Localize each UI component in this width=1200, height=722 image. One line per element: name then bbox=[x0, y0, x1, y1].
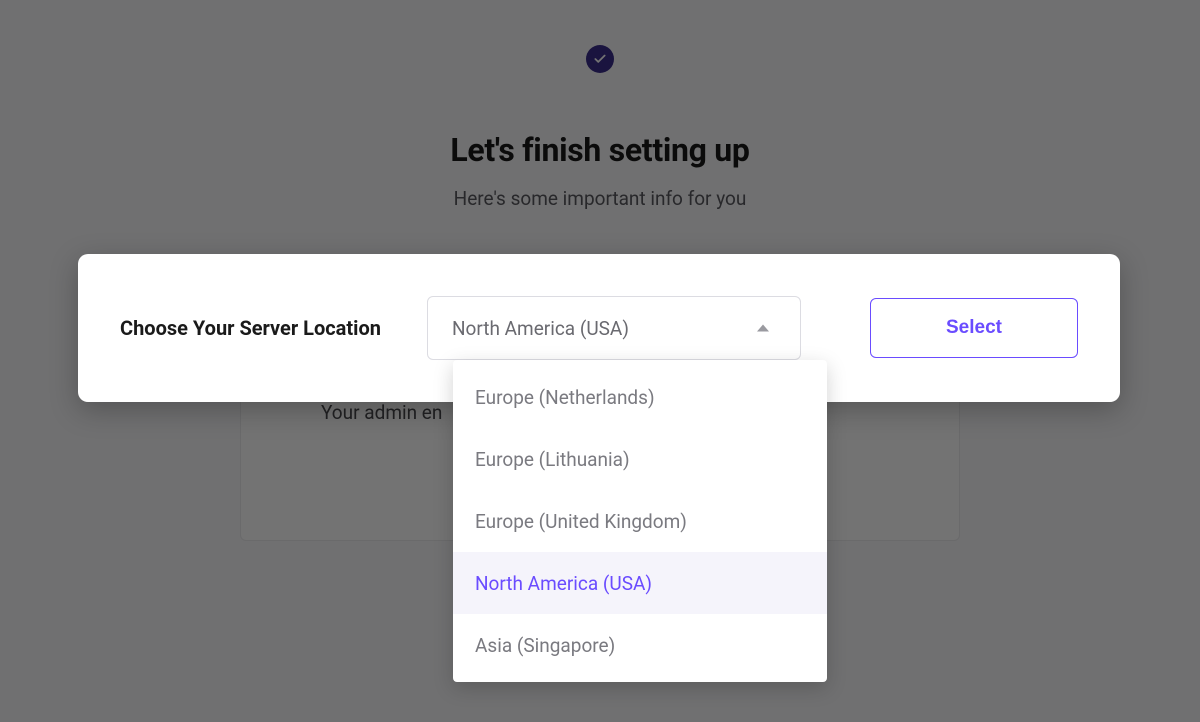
caret-up-icon bbox=[757, 325, 769, 332]
server-location-select[interactable]: North America (USA) bbox=[427, 296, 801, 360]
server-location-input[interactable]: North America (USA) bbox=[427, 296, 801, 360]
option-europe-lithuania[interactable]: Europe (Lithuania) bbox=[453, 428, 827, 490]
option-europe-netherlands[interactable]: Europe (Netherlands) bbox=[453, 366, 827, 428]
option-europe-uk[interactable]: Europe (United Kingdom) bbox=[453, 490, 827, 552]
server-location-dropdown: Europe (Netherlands) Europe (Lithuania) … bbox=[453, 360, 827, 682]
select-button[interactable]: Select bbox=[870, 298, 1078, 358]
modal-label: Choose Your Server Location bbox=[120, 316, 381, 340]
option-north-america-usa[interactable]: North America (USA) bbox=[453, 552, 827, 614]
option-asia-singapore[interactable]: Asia (Singapore) bbox=[453, 614, 827, 676]
